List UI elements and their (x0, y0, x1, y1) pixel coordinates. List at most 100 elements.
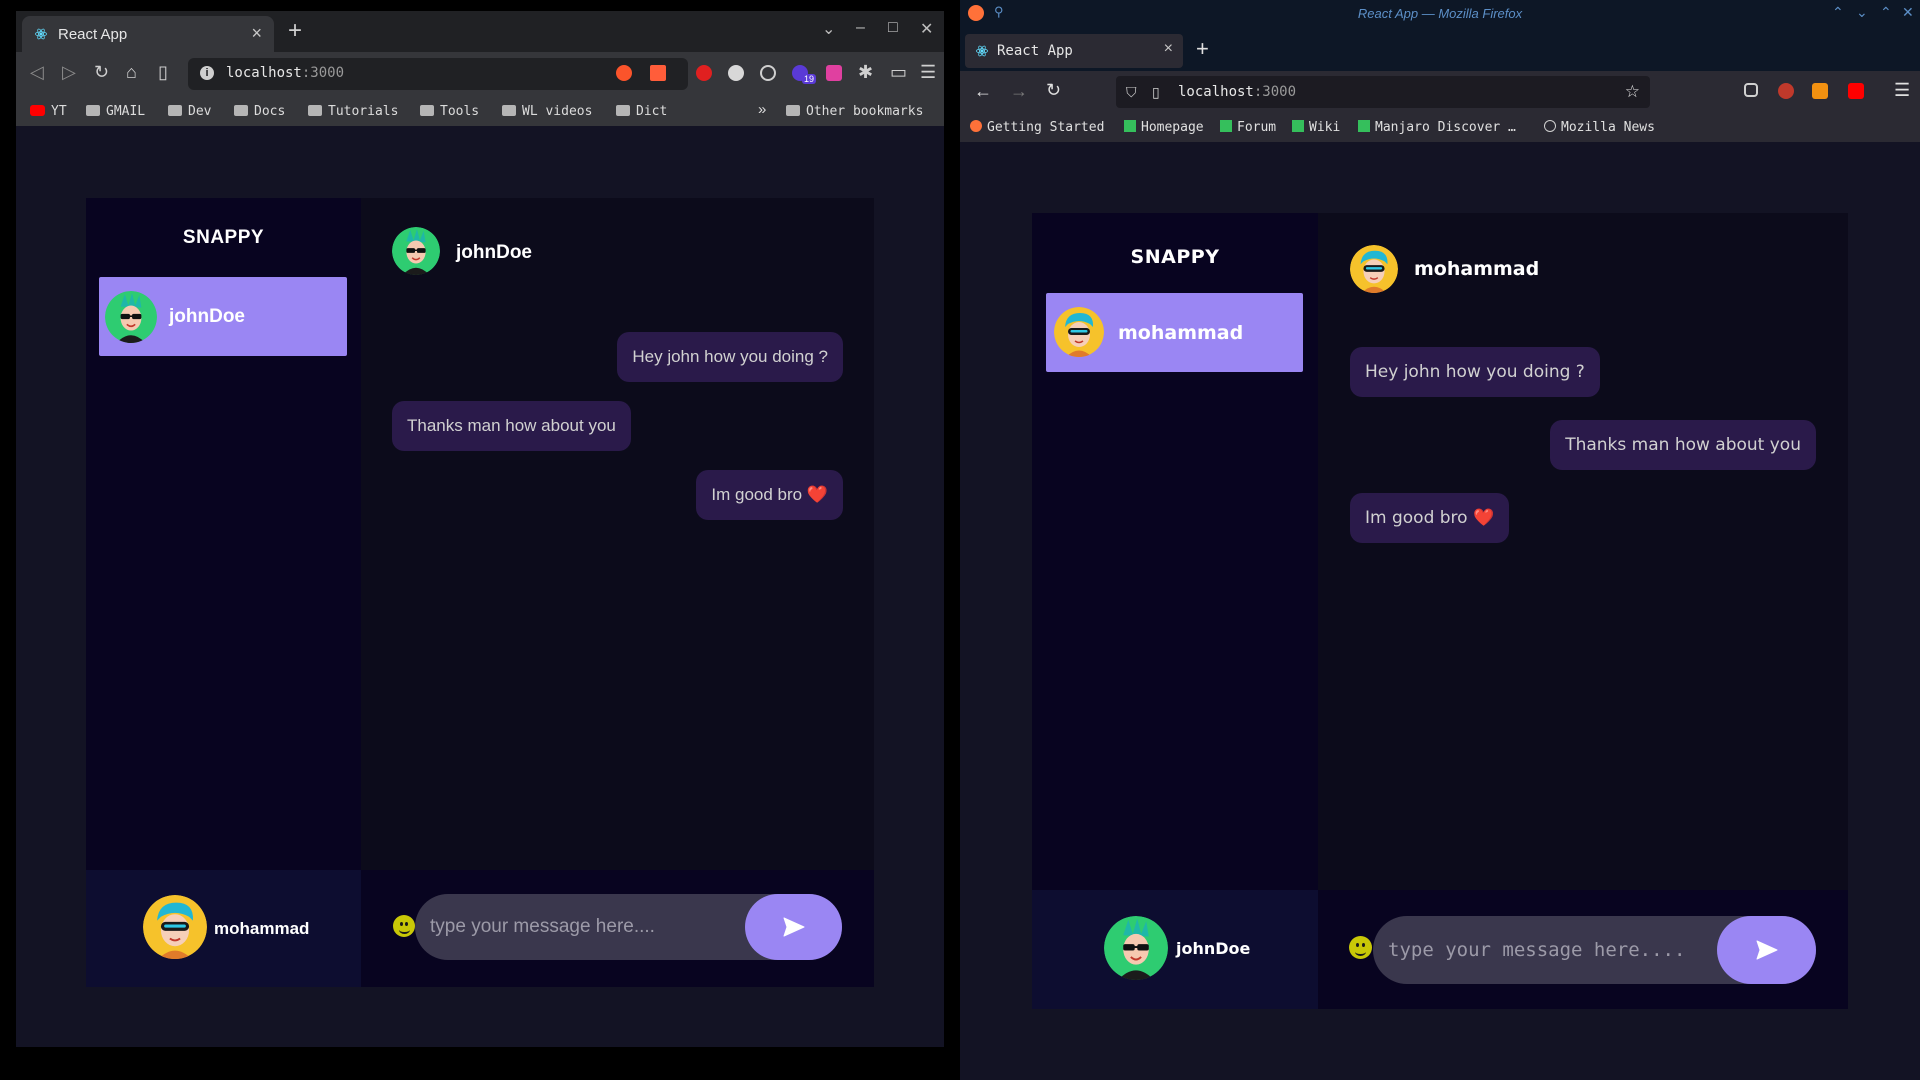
chat-header-name: mohammad (1414, 258, 1540, 280)
bookmark-wiki[interactable]: Wiki (1292, 120, 1340, 135)
youtube-icon (30, 105, 45, 116)
new-tab-icon[interactable]: + (288, 17, 302, 45)
new-tab-icon[interactable]: + (1196, 36, 1209, 62)
left-address-bar[interactable]: i localhost:3000 (188, 58, 688, 90)
smiley-icon[interactable] (1349, 936, 1372, 959)
star-icon[interactable]: ☆ (1625, 82, 1640, 102)
minimize-icon[interactable]: ⌄ (1856, 4, 1868, 21)
yellow-avatar-icon (1054, 307, 1104, 357)
message-received: Im good bro ❤️ (1350, 493, 1510, 543)
folder-icon (616, 105, 630, 116)
right-bookmarks-bar: Getting Started Homepage Forum Wiki Manj… (960, 114, 1920, 142)
bookmark-getting-started[interactable]: Getting Started (970, 120, 1104, 135)
right-address-bar[interactable]: ⛉ ▯ localhost:3000 ☆ (1116, 76, 1650, 108)
manjaro-icon (1358, 120, 1370, 132)
right-tab[interactable]: React App × (965, 34, 1183, 68)
extension-red-icon[interactable] (1778, 83, 1794, 99)
back-icon[interactable]: ◁ (30, 62, 44, 83)
bookmark-tutorials[interactable]: Tutorials (308, 104, 398, 119)
bookmark-docs[interactable]: Docs (234, 104, 285, 119)
yellow-avatar-icon (1350, 245, 1398, 293)
shade-icon[interactable]: ⌃ (1832, 4, 1844, 21)
send-button[interactable] (745, 894, 842, 960)
minimize-icon[interactable]: – (856, 19, 865, 37)
bookmark-gmail[interactable]: GMAIL (86, 104, 145, 119)
smiley-icon[interactable] (393, 915, 415, 937)
bookmark-forum[interactable]: Forum (1220, 120, 1276, 135)
tab-search-icon[interactable]: ⌄ (822, 19, 835, 39)
tracking-shield-icon[interactable]: ⛉ (1126, 84, 1137, 101)
brand-title: SNAPPY (182, 227, 265, 248)
reload-icon[interactable]: ↻ (1046, 80, 1061, 101)
firefox-tab-bar: React App × + (960, 28, 1920, 71)
chat-container: SNAPPY johnDoe mohammad johnDoe Hey john… (86, 198, 874, 987)
bookmark-dev[interactable]: Dev (168, 104, 211, 119)
send-icon (783, 917, 805, 937)
wallet-icon[interactable]: ▭ (890, 62, 907, 83)
green-avatar-icon (392, 227, 440, 275)
chat-input-bar (1318, 890, 1848, 1009)
maximize-icon[interactable]: □ (888, 19, 898, 37)
home-icon[interactable]: ⌂ (126, 62, 137, 83)
brand-title: SNAPPY (1130, 246, 1220, 268)
folder-icon (168, 105, 182, 116)
left-bookmarks-bar: YT GMAIL Dev Docs Tutorials Tools WL vid… (16, 96, 944, 126)
send-button[interactable] (1717, 916, 1816, 984)
right-url-text: localhost:3000 (1178, 84, 1297, 100)
contact-item-mohammad[interactable]: mohammad (1046, 293, 1303, 372)
extension-target-icon[interactable] (760, 65, 776, 81)
site-info-icon[interactable]: i (200, 66, 214, 80)
contact-item-johndoe[interactable]: johnDoe (99, 277, 347, 356)
folder-icon (234, 105, 248, 116)
firefox-title-bar: ⚲ React App — Mozilla Firefox ⌃ ⌄ ⌃ ✕ (960, 0, 1920, 28)
bookmark-mozilla-news[interactable]: Mozilla News (1544, 120, 1655, 135)
close-tab-icon[interactable]: × (1164, 40, 1173, 58)
message-received: Hey john how you doing ? (1350, 347, 1600, 397)
extension-pink-icon[interactable] (826, 65, 842, 81)
chat-pane: johnDoe Hey john how you doing ? Thanks … (361, 198, 874, 987)
window-close-icon[interactable]: ✕ (1902, 4, 1914, 21)
bookmark-dict[interactable]: Dict (616, 104, 667, 119)
left-url-text: localhost:3000 (226, 65, 345, 81)
bookmark-yt[interactable]: YT (30, 104, 67, 119)
bookmark-manjaro-discover[interactable]: Manjaro Discover … (1358, 120, 1516, 135)
right-browser-window: ⚲ React App — Mozilla Firefox ⌃ ⌄ ⌃ ✕ Re… (960, 0, 1920, 1080)
left-tab[interactable]: React App × (22, 16, 274, 52)
reload-icon[interactable]: ↻ (94, 62, 109, 83)
folder-icon (420, 105, 434, 116)
bookmark-icon[interactable]: ▯ (158, 62, 168, 83)
current-user: johnDoe (1032, 890, 1318, 1009)
menu-icon[interactable]: ☰ (920, 62, 936, 83)
other-bookmarks[interactable]: Other bookmarks (786, 104, 923, 119)
bookmarks-overflow-button[interactable]: » (758, 101, 766, 118)
message-received: Thanks man how about you (392, 401, 631, 451)
ublock-icon[interactable] (696, 65, 712, 81)
contacts-sidebar: SNAPPY johnDoe mohammad (86, 198, 361, 987)
chat-header-name: johnDoe (456, 242, 532, 263)
menu-icon[interactable]: ☰ (1894, 80, 1910, 101)
left-browser-window: React App × + ⌄ – □ ✕ ◁ ▷ ↻ ⌂ ▯ i localh… (16, 11, 944, 1047)
pocket-icon[interactable] (1744, 83, 1758, 97)
folder-icon (86, 105, 100, 116)
extensions-puzzle-icon[interactable]: ✱ (858, 62, 873, 83)
youtube-extension-icon[interactable] (1848, 83, 1864, 99)
brave-shield-icon[interactable] (616, 65, 632, 81)
contact-name: johnDoe (169, 306, 245, 327)
close-tab-icon[interactable]: × (251, 23, 262, 44)
bookmark-wl-videos[interactable]: WL videos (502, 104, 592, 119)
window-close-icon[interactable]: ✕ (920, 19, 933, 39)
chat-pane: mohammad Hey john how you doing ? Thanks… (1318, 213, 1848, 1009)
back-icon[interactable]: ← (974, 81, 992, 102)
forward-icon[interactable]: ▷ (62, 62, 76, 83)
extension-orange-icon[interactable] (1812, 83, 1828, 99)
message-sent: Hey john how you doing ? (617, 332, 843, 382)
bookmark-homepage[interactable]: Homepage (1124, 120, 1204, 135)
brave-rewards-icon[interactable] (650, 65, 666, 81)
extension-w-icon[interactable] (728, 65, 744, 81)
green-avatar-icon (1104, 916, 1168, 980)
bookmark-tools[interactable]: Tools (420, 104, 479, 119)
forward-icon[interactable]: → (1010, 81, 1028, 102)
contacts-sidebar: SNAPPY mohammad johnDoe (1032, 213, 1318, 1009)
maximize-icon[interactable]: ⌃ (1880, 4, 1892, 21)
left-tab-strip: React App × + ⌄ – □ ✕ (16, 11, 944, 52)
